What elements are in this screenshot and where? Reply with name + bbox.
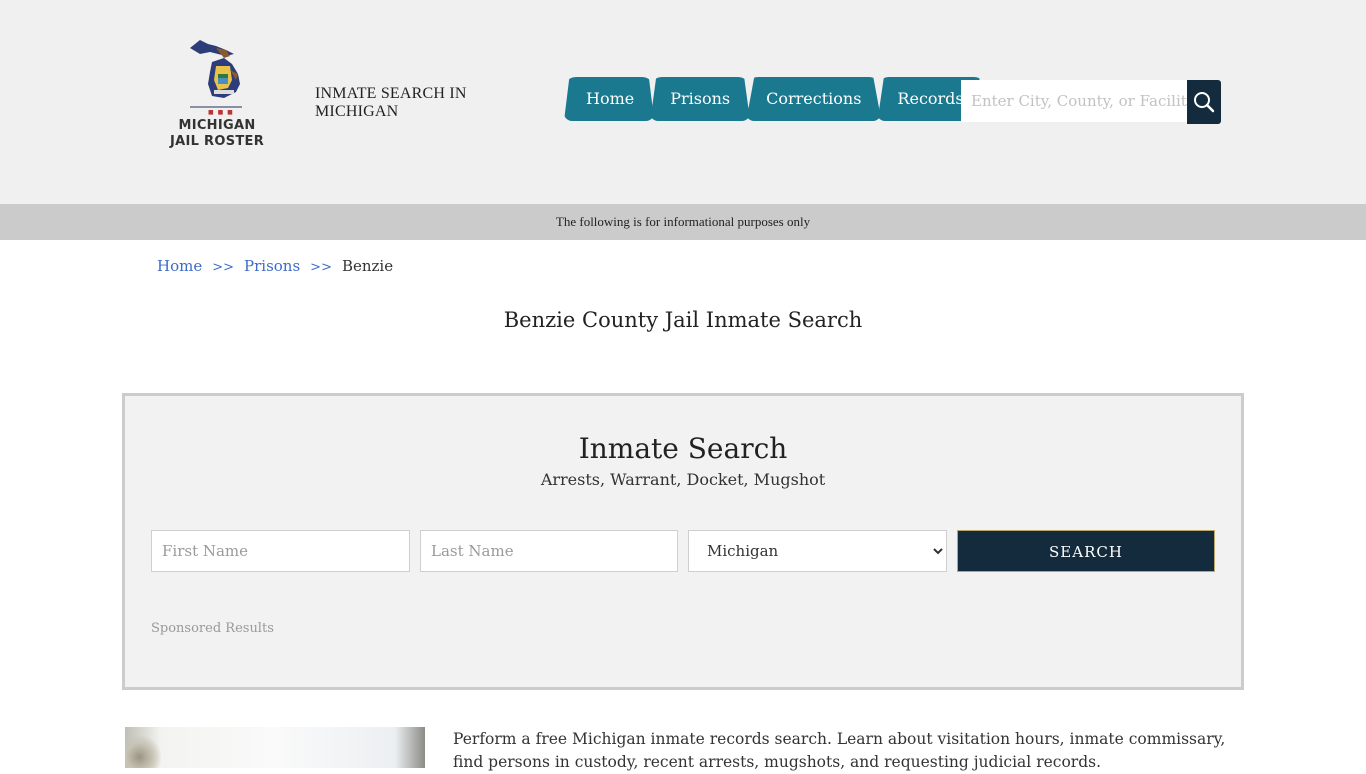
nav-home[interactable]: Home — [564, 77, 655, 121]
logo-divider — [190, 106, 242, 108]
site-tagline: INMATE SEARCH IN MICHIGAN — [315, 85, 467, 120]
breadcrumb-home[interactable]: Home — [157, 257, 202, 275]
panel-title: Inmate Search — [578, 432, 788, 465]
location-search-input[interactable] — [961, 80, 1187, 122]
breadcrumb-current: Benzie — [341, 257, 394, 275]
main-nav: Home Prisons Corrections Records — [564, 77, 986, 121]
facility-thumbnail-image — [125, 727, 425, 768]
nav-corrections[interactable]: Corrections — [746, 77, 882, 121]
breadcrumb-separator: >> — [310, 260, 332, 275]
site-header: ■ ■ ■ MICHIGAN JAIL ROSTER INMATE SEARCH… — [0, 0, 1366, 204]
search-icon — [1194, 92, 1215, 113]
location-search-button[interactable] — [1187, 80, 1221, 124]
logo-line-1: MICHIGAN — [178, 118, 256, 133]
intro-paragraph: Perform a free Michigan inmate records s… — [453, 730, 1226, 771]
page-title: Benzie County Jail Inmate Search — [503, 308, 863, 332]
breadcrumb: Home >> Prisons >> Benzie — [157, 257, 393, 275]
site-logo[interactable]: ■ ■ ■ MICHIGAN JAIL ROSTER — [168, 34, 266, 154]
logo-line-2: JAIL ROSTER — [169, 134, 265, 149]
last-name-input[interactable] — [420, 530, 678, 572]
state-select[interactable]: Michigan — [688, 530, 947, 572]
tree-graphic — [125, 733, 161, 768]
nav-prisons[interactable]: Prisons — [650, 77, 751, 121]
first-name-input[interactable] — [151, 530, 410, 572]
breadcrumb-prisons[interactable]: Prisons — [244, 257, 300, 275]
michigan-map-icon — [190, 40, 240, 98]
inmate-search-button[interactable]: SEARCH — [957, 530, 1215, 572]
informational-notice: The following is for informational purpo… — [0, 204, 1366, 240]
panel-subtitle: Arrests, Warrant, Docket, Mugshot — [540, 470, 826, 489]
inmate-search-panel: Inmate Search Arrests, Warrant, Docket, … — [122, 393, 1244, 690]
logo-text: MICHIGAN JAIL ROSTER — [168, 118, 266, 150]
sponsored-results-label: Sponsored Results — [151, 621, 274, 636]
breadcrumb-separator: >> — [212, 260, 235, 275]
logo-dots: ■ ■ ■ — [208, 109, 234, 116]
